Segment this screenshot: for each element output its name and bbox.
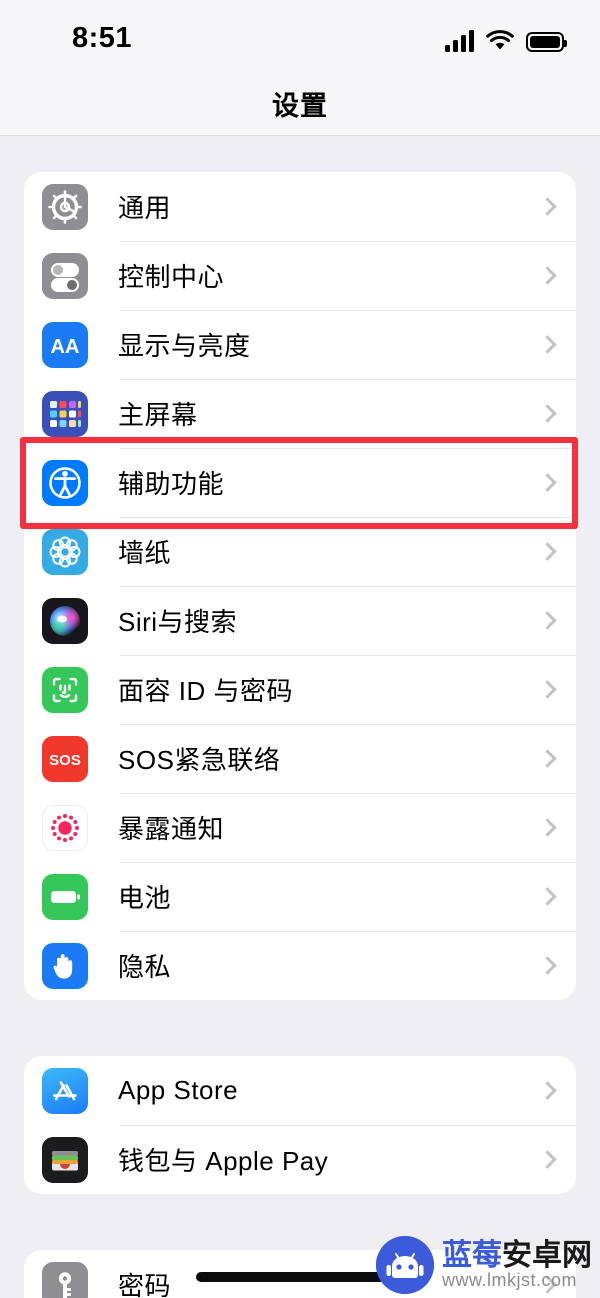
chevron-right-icon (538, 1081, 557, 1100)
settings-row-label: 主屏幕 (118, 400, 198, 430)
status-time: 8:51 (72, 22, 133, 54)
settings-row-general[interactable]: 通用 (24, 172, 576, 241)
settings-row-label: 电池 (118, 883, 172, 913)
svg-text:SOS: SOS (49, 752, 81, 769)
watermark-text: 蓝莓安卓网 www.lmkjst.com (442, 1240, 592, 1290)
privacy-hand-icon (42, 942, 88, 989)
watermark-url: www.lmkjst.com (442, 1270, 578, 1291)
watermark-brand-dark: 安卓网 (502, 1238, 592, 1272)
gear-icon (42, 183, 88, 230)
settings-row-face-id-passcode[interactable]: 面容 ID 与密码 (24, 655, 576, 724)
settings-row-emergency-sos[interactable]: SOS SOS紧急联络 (24, 724, 576, 793)
battery-green-icon (42, 873, 88, 920)
settings-row-label: 暴露通知 (118, 814, 225, 844)
wifi-icon (486, 30, 514, 52)
chevron-right-icon (538, 197, 557, 216)
iphone-settings-screen: 8:51 设置 通用 控制中心 AA 显示与亮度 主屏幕 辅助功能 墙纸 Sir… (0, 0, 600, 1298)
home-screen-grid-icon (42, 390, 88, 437)
settings-row-label: 密码 (118, 1271, 172, 1298)
chevron-right-icon (538, 749, 557, 768)
settings-row-control-center[interactable]: 控制中心 (24, 241, 576, 310)
settings-row-label: 通用 (118, 193, 172, 223)
chevron-right-icon (538, 611, 557, 630)
settings-row-wallpaper[interactable]: 墙纸 (24, 517, 576, 586)
status-icon-group (445, 26, 567, 52)
chevron-right-icon (538, 680, 557, 699)
android-robot-logo-icon (376, 1236, 434, 1294)
wallet-icon (42, 1136, 88, 1183)
settings-row-battery[interactable]: 电池 (24, 862, 576, 931)
siri-orb-icon (42, 597, 88, 644)
app-store-icon (42, 1067, 88, 1114)
chevron-right-icon (538, 818, 557, 837)
chevron-right-icon (538, 473, 557, 492)
chevron-right-icon (538, 887, 557, 906)
face-id-icon (42, 666, 88, 713)
settings-row-privacy[interactable]: 隐私 (24, 931, 576, 1000)
exposure-notification-icon (42, 804, 88, 851)
password-key-icon (42, 1261, 88, 1298)
settings-row-label: 隐私 (118, 952, 172, 982)
settings-row-label: 墙纸 (118, 538, 172, 568)
site-watermark: 蓝莓安卓网 www.lmkjst.com (376, 1236, 592, 1294)
home-indicator[interactable] (196, 1272, 392, 1282)
chevron-right-icon (538, 335, 557, 354)
settings-row-label: SOS紧急联络 (118, 745, 281, 775)
chevron-right-icon (538, 1150, 557, 1169)
control-center-toggles-icon (42, 252, 88, 299)
accessibility-icon (42, 459, 88, 506)
settings-row-home-screen[interactable]: 主屏幕 (24, 379, 576, 448)
settings-row-app-store[interactable]: App Store (24, 1056, 576, 1125)
chevron-right-icon (538, 956, 557, 975)
settings-group-1: 通用 控制中心 AA 显示与亮度 主屏幕 辅助功能 墙纸 Siri与搜索 面容 … (24, 172, 576, 1000)
settings-row-label: App Store (118, 1075, 239, 1105)
settings-row-exposure-notifications[interactable]: 暴露通知 (24, 793, 576, 862)
settings-row-label: 面容 ID 与密码 (118, 676, 293, 706)
svg-text:AA: AA (51, 336, 80, 358)
chevron-right-icon (538, 266, 557, 285)
sos-icon: SOS (42, 735, 88, 782)
settings-row-label: Siri与搜索 (118, 607, 238, 637)
display-aa-icon: AA (42, 321, 88, 368)
settings-row-accessibility[interactable]: 辅助功能 (24, 448, 576, 517)
settings-group-2: App Store 钱包与 Apple Pay (24, 1056, 576, 1194)
watermark-brand-blue: 蓝莓 (442, 1238, 502, 1272)
navigation-bar: 设置 (0, 72, 600, 136)
page-title: 设置 (272, 91, 328, 121)
settings-row-display-brightness[interactable]: AA 显示与亮度 (24, 310, 576, 379)
settings-row-label: 钱包与 Apple Pay (118, 1146, 329, 1176)
settings-row-label: 显示与亮度 (118, 331, 251, 361)
status-bar: 8:51 (0, 0, 600, 72)
settings-row-wallet-apple-pay[interactable]: 钱包与 Apple Pay (24, 1125, 576, 1194)
wallpaper-flower-icon (42, 528, 88, 575)
settings-row-label: 控制中心 (118, 262, 225, 292)
settings-row-siri-search[interactable]: Siri与搜索 (24, 586, 576, 655)
settings-list: 通用 控制中心 AA 显示与亮度 主屏幕 辅助功能 墙纸 Siri与搜索 面容 … (0, 136, 600, 1298)
chevron-right-icon (538, 404, 557, 423)
battery-full-icon (526, 32, 567, 52)
settings-row-label: 辅助功能 (118, 469, 225, 499)
cellular-signal-icon (445, 30, 474, 52)
chevron-right-icon (538, 542, 557, 561)
